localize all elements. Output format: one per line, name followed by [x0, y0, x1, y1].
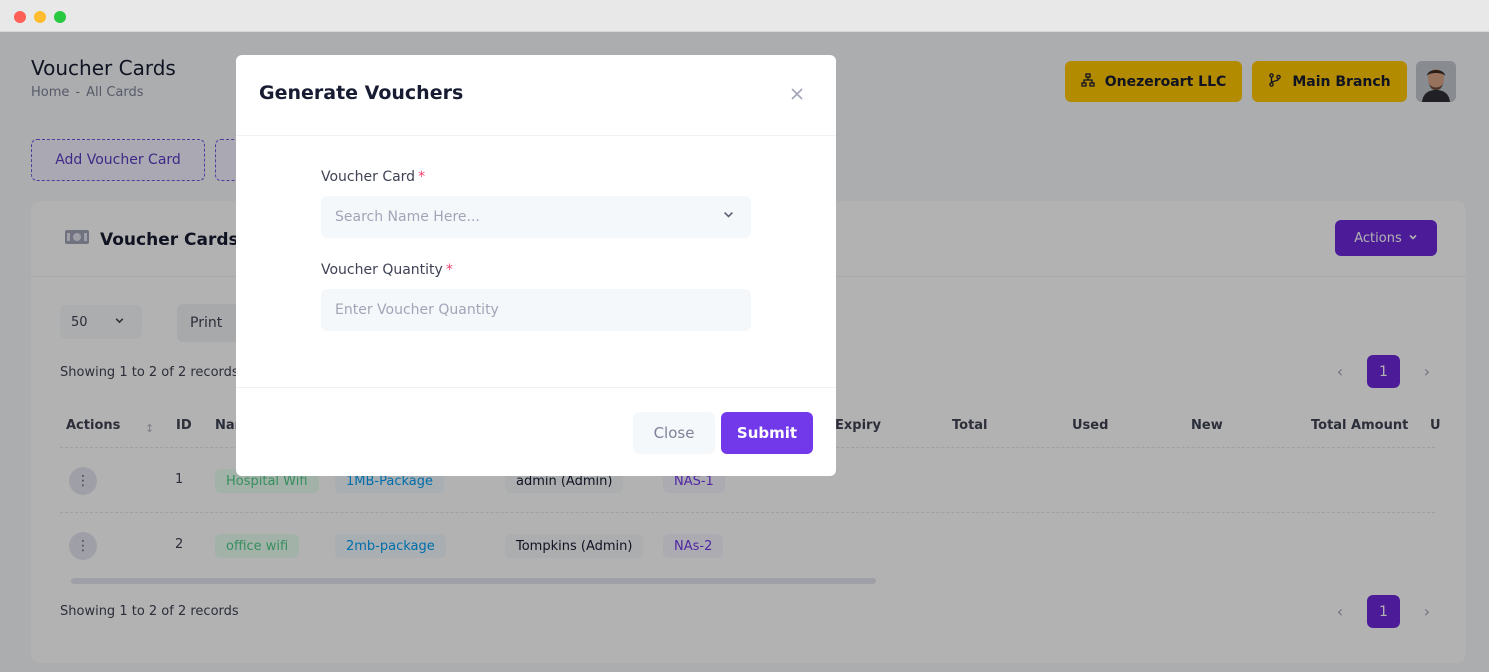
voucher-card-select[interactable]: Search Name Here...	[321, 196, 751, 238]
voucher-card-label: Voucher Card *	[321, 169, 425, 185]
window-titlebar	[0, 0, 1489, 32]
maximize-window-button[interactable]	[54, 11, 66, 23]
required-mark: *	[418, 169, 426, 185]
generate-vouchers-modal: Generate Vouchers Voucher Card * Search N…	[236, 55, 836, 476]
voucher-quantity-placeholder: Enter Voucher Quantity	[335, 302, 499, 318]
voucher-card-placeholder: Search Name Here...	[335, 209, 480, 225]
minimize-window-button[interactable]	[34, 11, 46, 23]
modal-header: Generate Vouchers	[236, 55, 836, 136]
close-button[interactable]: Close	[633, 412, 715, 454]
close-window-button[interactable]	[14, 11, 26, 23]
modal-footer: Close Submit	[236, 387, 836, 476]
close-icon[interactable]	[786, 83, 808, 105]
voucher-quantity-label-text: Voucher Quantity	[321, 262, 443, 278]
voucher-quantity-input[interactable]: Enter Voucher Quantity	[321, 289, 751, 331]
chevron-down-icon	[722, 208, 735, 225]
voucher-quantity-label: Voucher Quantity *	[321, 262, 453, 278]
required-mark: *	[445, 262, 453, 278]
submit-button[interactable]: Submit	[721, 412, 813, 454]
modal-title: Generate Vouchers	[259, 82, 464, 104]
voucher-card-label-text: Voucher Card	[321, 169, 416, 185]
